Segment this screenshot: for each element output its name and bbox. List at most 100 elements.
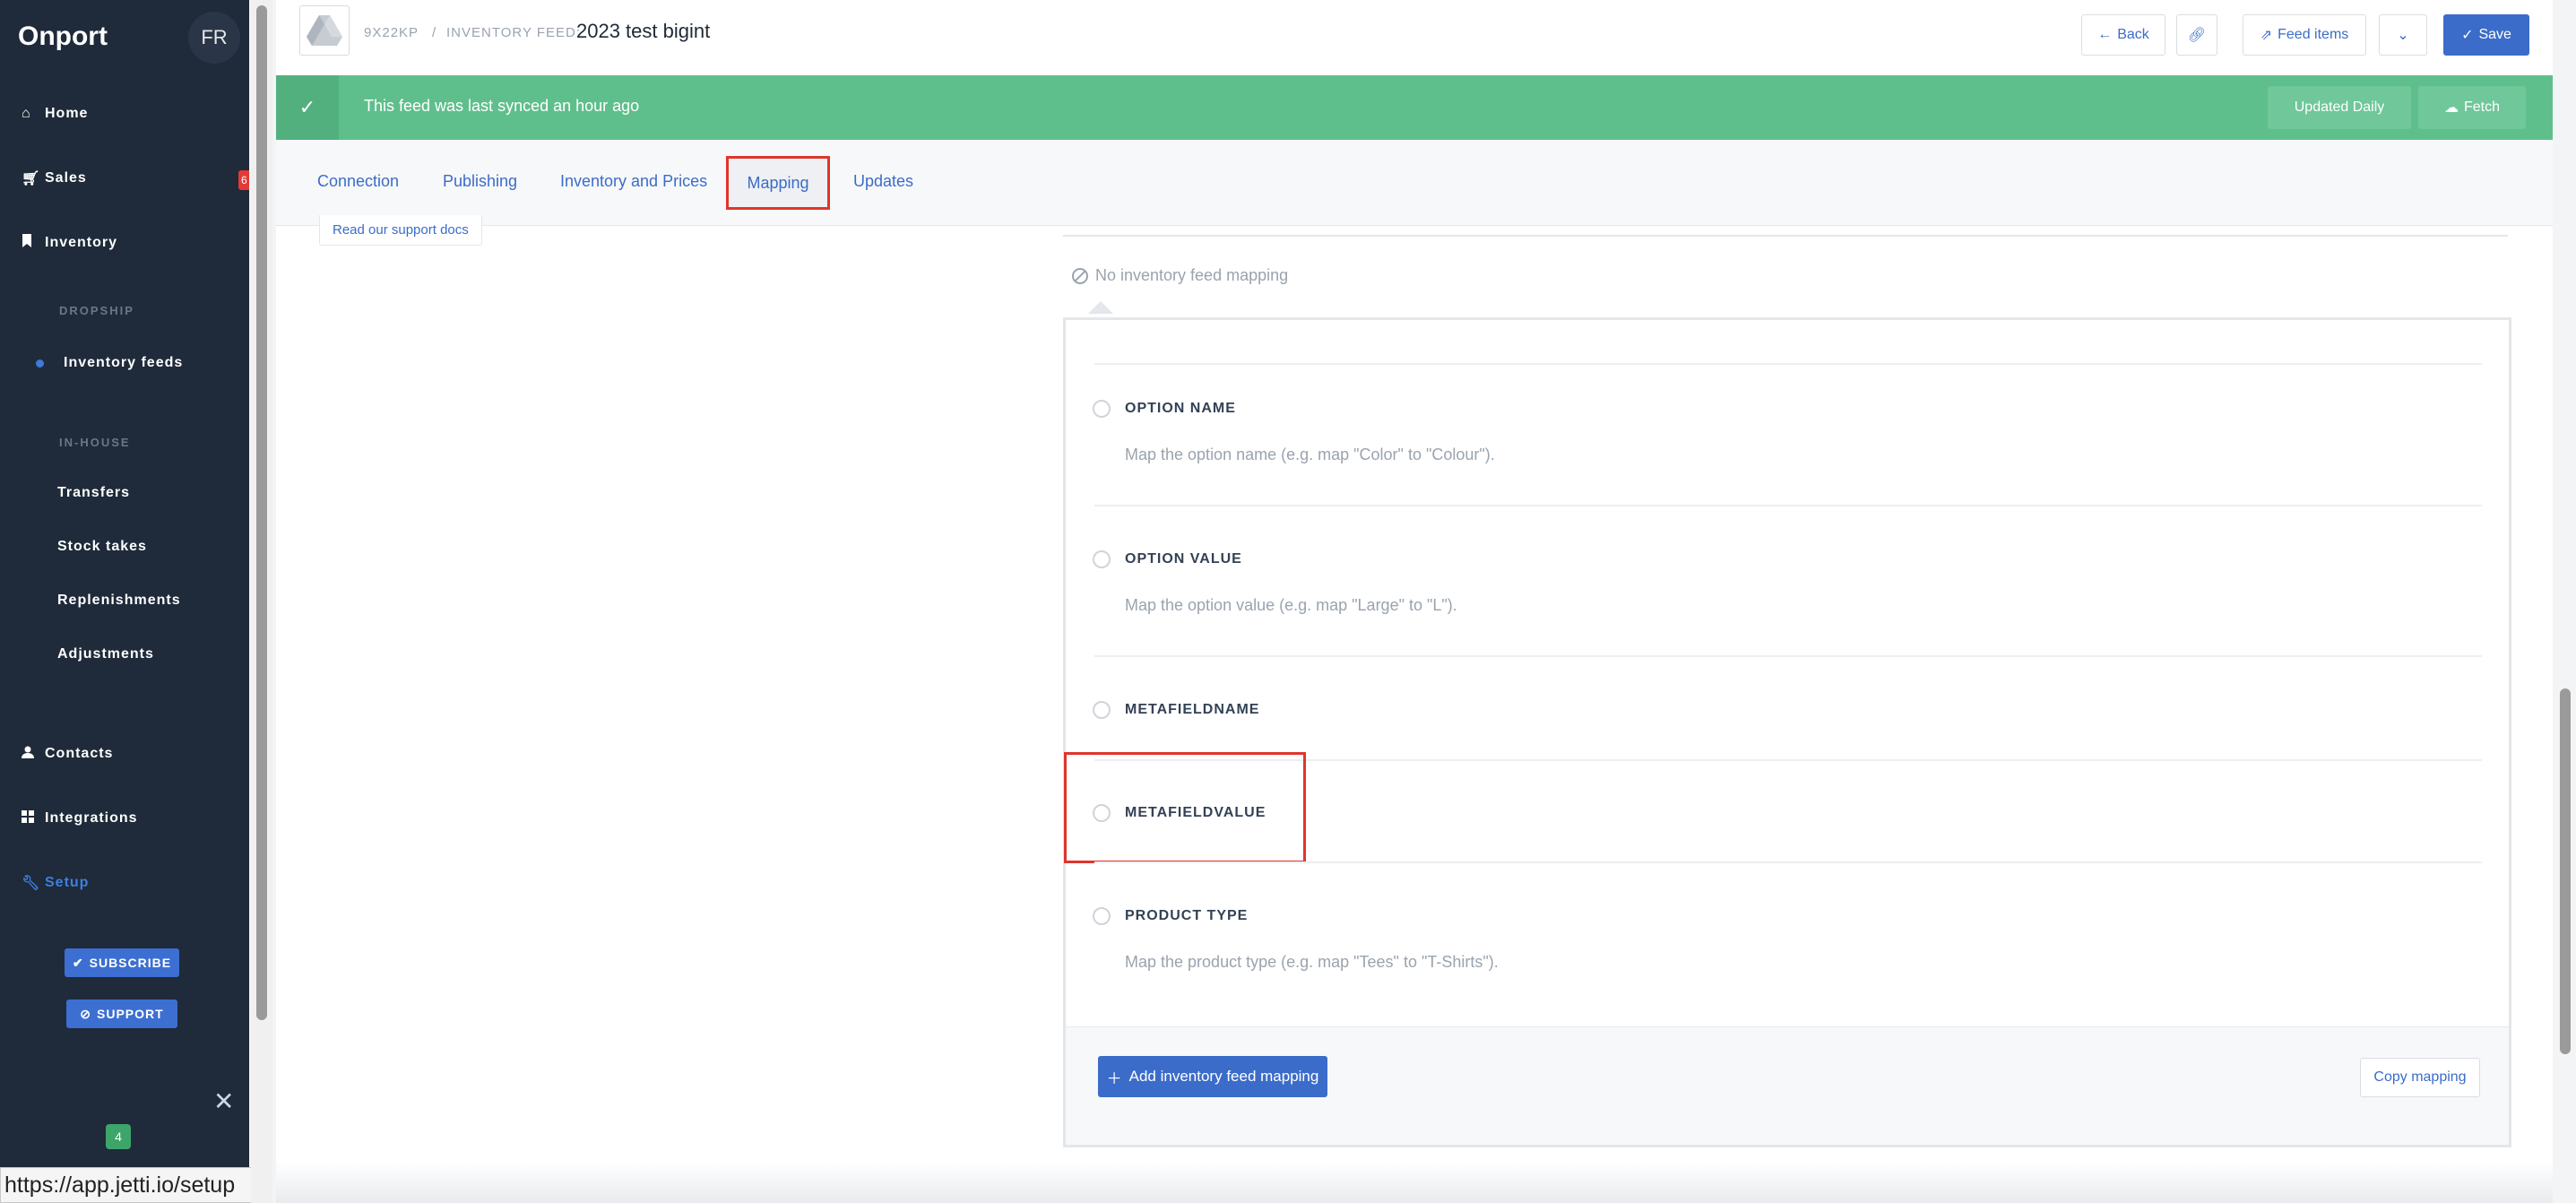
option-label: METAFIELDNAME [1125, 702, 1260, 717]
tab-bar: Connection Publishing Inventory and Pric… [276, 140, 2553, 226]
sync-message: This feed was last synced an hour ago [364, 97, 640, 115]
add-mapping-button[interactable]: ＋ Add inventory feed mapping [1098, 1056, 1327, 1097]
feed-items-button[interactable]: ⇗ Feed items [2243, 14, 2366, 56]
sidebar-item-integrations[interactable]: Integrations [22, 805, 138, 832]
bookmark-icon [22, 234, 45, 252]
ban-icon [1072, 267, 1088, 284]
copy-mapping-button[interactable]: Copy mapping [2360, 1058, 2480, 1097]
feed-id: 9X22KP / [364, 25, 437, 40]
page-header: 9X22KP / INVENTORY FEED: 2023 test bigin… [276, 0, 2553, 75]
sidebar-item-sales[interactable]: 🛒︎ Sales [22, 165, 87, 192]
support-label: SUPPORT [97, 1007, 164, 1021]
notification-count-badge[interactable]: 4 [106, 1124, 131, 1149]
sidebar-item-replenishments[interactable]: Replenishments [57, 587, 181, 614]
home-icon: ⌂ [22, 106, 31, 121]
add-mapping-label: Add inventory feed mapping [1128, 1068, 1319, 1085]
save-label: Save [2478, 27, 2511, 42]
option-description: Map the option value (e.g. map "Large" t… [1125, 596, 1457, 614]
divider [1094, 655, 2482, 657]
grid-icon [22, 809, 45, 827]
sidebar-item-contacts[interactable]: Contacts [22, 740, 113, 767]
option-value-radio[interactable] [1093, 550, 1111, 568]
bottom-shadow [276, 1162, 2553, 1203]
sidebar-scrollbar[interactable] [251, 0, 272, 1203]
tab-updates[interactable]: Updates [853, 172, 913, 191]
fetch-label: Fetch [2463, 100, 2500, 115]
section-label-dropship: DROPSHIP [59, 304, 134, 317]
option-label: PRODUCT TYPE [1125, 908, 1249, 923]
link-button[interactable]: 🔗︎ [2176, 14, 2217, 56]
scrollbar-thumb[interactable] [256, 5, 267, 1020]
external-link-icon: ⇗ [2260, 28, 2273, 43]
feed-logo [299, 5, 350, 56]
updated-daily-button[interactable]: Updated Daily [2268, 86, 2411, 129]
main-content: 9X22KP / INVENTORY FEED: 2023 test bigin… [276, 0, 2553, 1203]
tab-inventory-and-prices[interactable]: Inventory and Prices [560, 172, 707, 191]
option-label: OPTION NAME [1125, 401, 1236, 416]
chevron-down-icon: ⌄ [2397, 28, 2409, 43]
save-button[interactable]: ✓ Save [2443, 14, 2529, 56]
mapping-options-panel: OPTION NAME Map the option name (e.g. ma… [1063, 317, 2511, 1147]
option-label: OPTION VALUE [1125, 551, 1242, 567]
send-icon: ✔ [72, 955, 84, 970]
fetch-button[interactable]: ☁ Fetch [2418, 86, 2526, 129]
option-description: Map the product type (e.g. map "Tees" to… [1125, 953, 1499, 971]
sidebar-item-adjustments[interactable]: Adjustments [57, 641, 154, 668]
subscribe-label: SUBSCRIBE [89, 956, 172, 970]
support-button[interactable]: ⊘ SUPPORT [66, 1000, 177, 1028]
support-docs-link[interactable]: Read our support docs [319, 215, 482, 246]
metafieldname-radio-row[interactable]: METAFIELDNAME [1093, 701, 1259, 719]
sales-count-badge: 6 [238, 170, 249, 190]
page-title: 2023 test bigint [576, 20, 711, 42]
sidebar-item-inventory-feeds[interactable]: Inventory feeds [30, 350, 183, 376]
sidebar-item-inventory[interactable]: Inventory [22, 229, 117, 256]
metafieldname-radio[interactable] [1093, 701, 1111, 719]
sidebar-item-label: Contacts [45, 746, 114, 761]
option-name-radio[interactable] [1093, 400, 1111, 418]
check-icon: ✓ [276, 75, 339, 140]
avatar[interactable]: FR [188, 12, 240, 64]
scrollbar-thumb[interactable] [2560, 688, 2571, 1054]
subscribe-button[interactable]: ✔ SUBSCRIBE [65, 948, 179, 977]
product-type-radio-row[interactable]: PRODUCT TYPE [1093, 907, 1248, 925]
sidebar-item-home[interactable]: ⌂ Home [22, 100, 88, 127]
sidebar-item-stock-takes[interactable]: Stock takes [57, 533, 147, 560]
cloud-icon: ☁ [2443, 100, 2459, 116]
back-label: Back [2117, 27, 2149, 42]
product-type-radio[interactable] [1093, 907, 1111, 925]
option-name-radio-row[interactable]: OPTION NAME [1093, 400, 1236, 418]
divider [1094, 505, 2482, 506]
feed-label: INVENTORY FEED: [446, 25, 582, 40]
close-icon[interactable]: ✕ [213, 1086, 234, 1116]
sidebar-item-transfers[interactable]: Transfers [57, 480, 130, 506]
sidebar-item-label: Sales [45, 170, 87, 186]
tab-publishing[interactable]: Publishing [443, 172, 517, 191]
sync-status-banner: ✓ This feed was last synced an hour ago … [276, 75, 2553, 140]
metafieldvalue-radio[interactable] [1093, 804, 1111, 822]
divider [1094, 861, 2482, 863]
active-dot-icon [36, 359, 44, 368]
tab-mapping[interactable]: Mapping [726, 156, 830, 210]
plus-icon: ＋ [1106, 1069, 1122, 1087]
sidebar-item-label: Inventory [45, 235, 118, 250]
option-label: METAFIELDVALUE [1125, 805, 1266, 820]
link-icon: 🔗︎ [2187, 28, 2207, 43]
feed-items-label: Feed items [2278, 27, 2349, 42]
sidebar-item-label: Home [45, 106, 89, 121]
sidebar-item-label: Inventory feeds [64, 355, 184, 370]
page-scrollbar[interactable] [2554, 0, 2576, 1203]
help-icon: ⊘ [80, 1006, 92, 1021]
more-dropdown-button[interactable]: ⌄ [2379, 14, 2427, 56]
back-button[interactable]: ← Back [2081, 14, 2165, 56]
metafieldvalue-radio-row[interactable]: METAFIELDVALUE [1093, 804, 1266, 822]
empty-mapping-notice: No inventory feed mapping [1072, 266, 1288, 285]
panel-footer: ＋ Add inventory feed mapping Copy mappin… [1066, 1026, 2509, 1145]
sidebar-item-setup[interactable]: 🔧︎ Setup [22, 870, 89, 896]
feed-id-text: 9X22KP [364, 25, 419, 40]
check-icon: ✓ [2461, 28, 2474, 43]
option-description: Map the option name (e.g. map "Color" to… [1125, 446, 1495, 463]
option-value-radio-row[interactable]: OPTION VALUE [1093, 550, 1242, 568]
brand-logo[interactable]: Onport [18, 22, 108, 52]
status-url-tooltip: https://app.jetti.io/setup [0, 1167, 258, 1203]
tab-connection[interactable]: Connection [317, 172, 399, 191]
